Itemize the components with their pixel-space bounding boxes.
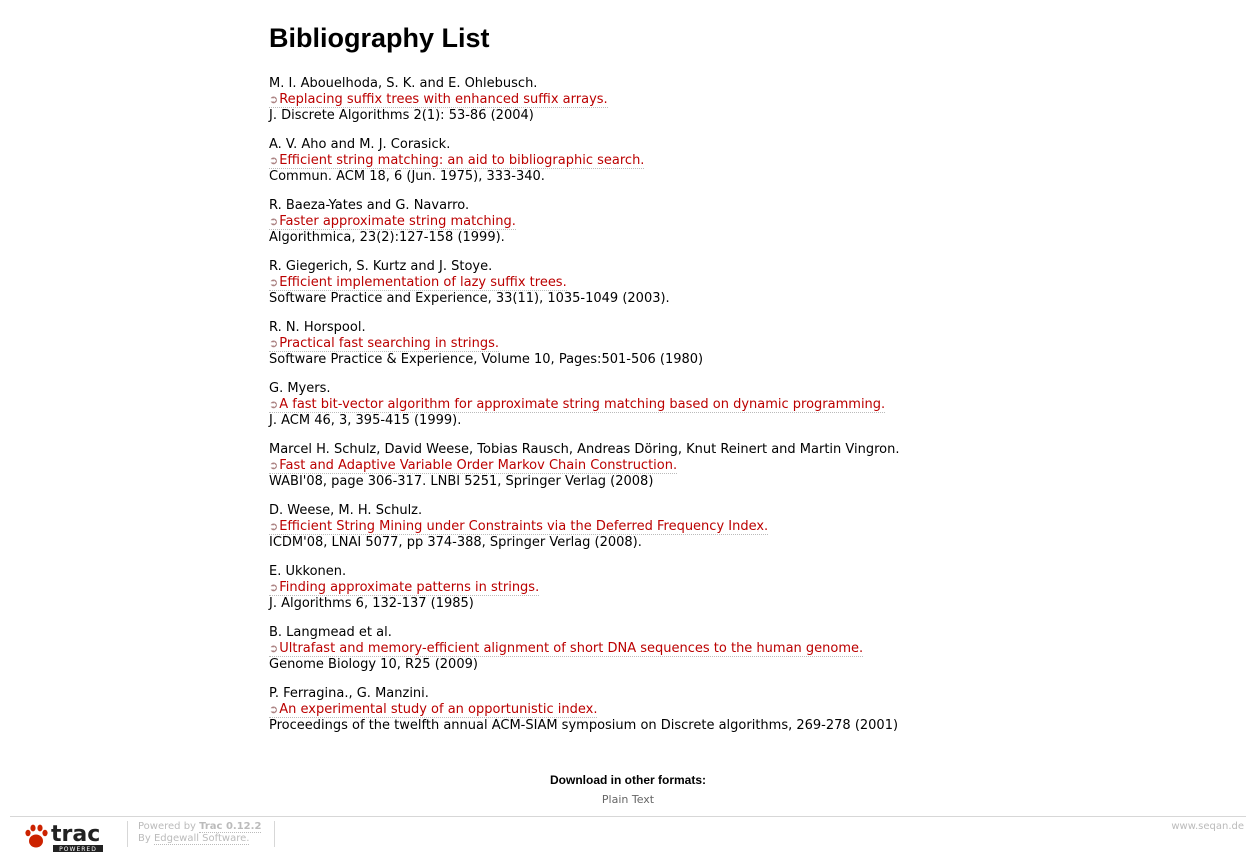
entry-authors: R. Giegerich, S. Kurtz and J. Stoye. — [269, 259, 493, 274]
edgewall-link[interactable]: Edgewall Software. — [153, 833, 250, 845]
trac-version-link[interactable]: Trac 0.12.2 — [199, 821, 262, 833]
entry-title: Fast and Adaptive Variable Order Markov … — [279, 458, 678, 473]
trac-powered-logo[interactable]: trac POWERED — [23, 821, 115, 853]
entry-title-link[interactable]: ➲Efficient implementation of lazy suffix… — [269, 275, 567, 291]
entry-title-link[interactable]: ➲Practical fast searching in strings. — [269, 336, 500, 352]
entry-title-link[interactable]: ➲Efficient string matching: an aid to bi… — [269, 153, 645, 169]
entry-title-link[interactable]: ➲An experimental study of an opportunist… — [269, 702, 598, 718]
entry-title: Practical fast searching in strings. — [279, 336, 500, 351]
footer-divider — [127, 821, 128, 847]
entry-authors: G. Myers. — [269, 381, 331, 396]
bib-entry: R. Baeza-Yates and G. Navarro. ➲Faster ap… — [269, 198, 1169, 259]
powered-by-label: Powered by — [138, 821, 196, 832]
bib-entry: R. N. Horspool. ➲Practical fast searching… — [269, 320, 1169, 381]
entry-venue: WABI'08, page 306-317. LNBI 5251, Spring… — [269, 474, 654, 489]
entry-title: Efficient String Mining under Constraint… — [279, 519, 769, 534]
entry-authors: M. I. Abouelhoda, S. K. and E. Ohlebusch… — [269, 76, 538, 91]
paw-icon — [25, 824, 48, 848]
bib-entry: D. Weese, M. H. Schulz. ➲Efficient String… — [269, 503, 1169, 564]
entry-title: A fast bit-vector algorithm for approxim… — [279, 397, 886, 412]
external-link-icon: ➲ — [269, 459, 279, 472]
entry-title: Ultrafast and memory-efficient alignment… — [279, 641, 864, 656]
entry-title: Replacing suffix trees with enhanced suf… — [279, 92, 608, 107]
entry-title: Efficient string matching: an aid to bib… — [279, 153, 645, 168]
trac-logo-text: trac — [51, 822, 100, 847]
entry-title-link[interactable]: ➲Finding approximate patterns in strings… — [269, 580, 540, 596]
entry-authors: D. Weese, M. H. Schulz. — [269, 503, 423, 518]
entry-authors: A. V. Aho and M. J. Corasick. — [269, 137, 451, 152]
external-link-icon: ➲ — [269, 276, 279, 289]
entry-venue: J. ACM 46, 3, 395-415 (1999). — [269, 413, 462, 428]
bib-entry: Marcel H. Schulz, David Weese, Tobias Ra… — [269, 442, 1169, 503]
download-heading: Download in other formats: — [550, 773, 706, 787]
site-link[interactable]: www.seqan.de — [1171, 821, 1244, 833]
entry-title-link[interactable]: ➲Fast and Adaptive Variable Order Markov… — [269, 458, 678, 474]
entry-authors: R. Baeza-Yates and G. Navarro. — [269, 198, 470, 213]
entry-title-link[interactable]: ➲Replacing suffix trees with enhanced su… — [269, 92, 608, 108]
trac-logo-svg: trac POWERED — [25, 822, 103, 853]
entry-title-link[interactable]: ➲Efficient String Mining under Constrain… — [269, 519, 769, 535]
bibliography-list: M. I. Abouelhoda, S. K. and E. Ohlebusch… — [269, 76, 1169, 747]
plain-text-link[interactable]: Plain Text — [602, 793, 654, 806]
alternate-formats: Download in other formats: Plain Text — [0, 772, 1256, 808]
external-link-icon: ➲ — [269, 642, 279, 655]
powered-by: Powered by Trac 0.12.2 By Edgewall Softw… — [138, 821, 262, 845]
trac-version: Trac 0.12.2 — [199, 821, 262, 832]
bib-entry: E. Ukkonen. ➲Finding approximate patterns… — [269, 564, 1169, 625]
entry-title: An experimental study of an opportunisti… — [279, 702, 598, 717]
entry-title: Efficient implementation of lazy suffix … — [279, 275, 567, 290]
entry-title-link[interactable]: ➲Ultrafast and memory-efficient alignmen… — [269, 641, 864, 657]
bib-entry: A. V. Aho and M. J. Corasick. ➲Efficient … — [269, 137, 1169, 198]
entry-venue: J. Algorithms 6, 132-137 (1985) — [269, 596, 474, 611]
page-title: Bibliography List — [269, 23, 490, 53]
entry-title-link[interactable]: ➲Faster approximate string matching. — [269, 214, 516, 230]
by-label: By — [138, 833, 151, 844]
entry-venue: Software Practice and Experience, 33(11)… — [269, 291, 670, 306]
external-link-icon: ➲ — [269, 154, 279, 167]
external-link-icon: ➲ — [269, 520, 279, 533]
entry-authors: Marcel H. Schulz, David Weese, Tobias Ra… — [269, 442, 900, 457]
footer: trac POWERED Powered by Trac 0.12.2 By E… — [10, 816, 1246, 857]
footer-divider — [274, 821, 275, 847]
entry-venue: Genome Biology 10, R25 (2009) — [269, 657, 478, 672]
entry-title: Faster approximate string matching. — [279, 214, 516, 229]
bib-entry: P. Ferragina., G. Manzini. ➲An experiment… — [269, 686, 1169, 747]
entry-venue: J. Discrete Algorithms 2(1): 53-86 (2004… — [269, 108, 534, 123]
bib-entry: M. I. Abouelhoda, S. K. and E. Ohlebusch… — [269, 76, 1169, 137]
bib-entry: B. Langmead et al. ➲Ultrafast and memory-… — [269, 625, 1169, 686]
entry-authors: R. N. Horspool. — [269, 320, 366, 335]
entry-authors: B. Langmead et al. — [269, 625, 392, 640]
entry-title-link[interactable]: ➲A fast bit-vector algorithm for approxi… — [269, 397, 886, 413]
entry-title: Finding approximate patterns in strings. — [279, 580, 540, 595]
entry-venue: ICDM'08, LNAI 5077, pp 374-388, Springer… — [269, 535, 642, 550]
entry-venue: Commun. ACM 18, 6 (Jun. 1975), 333-340. — [269, 169, 545, 184]
entry-authors: E. Ukkonen. — [269, 564, 347, 579]
bib-entry: R. Giegerich, S. Kurtz and J. Stoye. ➲Eff… — [269, 259, 1169, 320]
external-link-icon: ➲ — [269, 337, 279, 350]
trac-logo-subtext: POWERED — [59, 846, 97, 853]
external-link-icon: ➲ — [269, 581, 279, 594]
external-link-icon: ➲ — [269, 215, 279, 228]
entry-venue: Proceedings of the twelfth annual ACM-SI… — [269, 718, 899, 733]
external-link-icon: ➲ — [269, 703, 279, 716]
bib-entry: G. Myers. ➲A fast bit-vector algorithm fo… — [269, 381, 1169, 442]
entry-authors: P. Ferragina., G. Manzini. — [269, 686, 429, 701]
entry-venue: Algorithmica, 23(2):127-158 (1999). — [269, 230, 505, 245]
entry-venue: Software Practice & Experience, Volume 1… — [269, 352, 704, 367]
external-link-icon: ➲ — [269, 93, 279, 106]
external-link-icon: ➲ — [269, 398, 279, 411]
